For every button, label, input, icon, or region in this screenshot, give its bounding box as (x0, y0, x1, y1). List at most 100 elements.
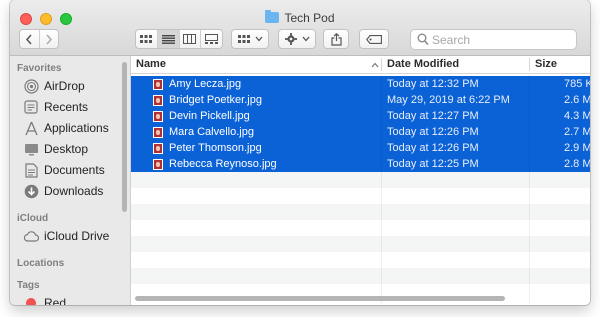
file-name: Devin Pickell.jpg (169, 110, 250, 122)
file-date: Today at 12:26 PM (387, 142, 479, 154)
file-name: Bridget Poetker.jpg (169, 94, 262, 106)
jpeg-thumbnail-icon (153, 79, 163, 90)
sidebar-item-recents[interactable]: Recents (23, 98, 88, 116)
file-name: Amy Lecza.jpg (169, 78, 242, 90)
file-size: 2.9 MB (564, 142, 590, 154)
gallery-view-button[interactable] (201, 30, 222, 48)
action-button[interactable] (278, 29, 316, 49)
column-divider (381, 74, 382, 304)
red-tag-dot-icon (26, 298, 36, 305)
back-button[interactable] (20, 30, 40, 48)
sidebar-heading-locations: Locations (17, 258, 65, 269)
sidebar-item-documents[interactable]: Documents (23, 161, 105, 179)
desktop-icon (23, 141, 39, 157)
window-title: Tech Pod (10, 10, 590, 26)
sidebar-item-downloads[interactable]: Downloads (23, 182, 103, 200)
jpeg-thumbnail-icon (153, 95, 163, 106)
jpeg-thumbnail-icon (153, 143, 163, 154)
chevron-down-icon (302, 36, 309, 42)
list-view-button[interactable] (157, 30, 180, 48)
back-forward-control (19, 29, 59, 49)
search-icon (417, 33, 429, 46)
file-name: Rebecca Reynoso.jpg (169, 158, 277, 170)
file-row[interactable]: Peter Thomson.jpg Today at 12:26 PM 2.9 … (131, 140, 590, 156)
column-date-header[interactable]: Date Modified (387, 56, 459, 73)
file-date: Today at 12:27 PM (387, 110, 479, 122)
column-name-header[interactable]: Name (136, 56, 166, 73)
sidebar-item-label: Applications (44, 121, 109, 135)
file-date: Today at 12:32 PM (387, 78, 479, 90)
forward-button[interactable] (40, 30, 59, 48)
sidebar-heading-tags: Tags (17, 280, 40, 291)
file-row[interactable]: Mara Calvello.jpg Today at 12:26 PM 2.7 … (131, 124, 590, 140)
file-size: 2.8 MB (564, 158, 590, 170)
column-separator[interactable] (529, 58, 530, 71)
file-row[interactable]: Bridget Poetker.jpg May 29, 2019 at 6:22… (131, 92, 590, 108)
sidebar-item-applications[interactable]: Applications (23, 119, 109, 137)
list-view-icon (161, 34, 175, 44)
gallery-view-icon (205, 34, 219, 44)
folder-icon (265, 10, 280, 23)
group-by-button[interactable] (231, 29, 269, 49)
share-button[interactable] (323, 29, 349, 49)
chevron-down-icon (255, 36, 262, 42)
sidebar-item-label: Downloads (44, 184, 104, 198)
sidebar-item-label: Recents (44, 100, 89, 114)
sidebar-item-desktop[interactable]: Desktop (23, 140, 88, 158)
icon-view-icon (140, 34, 153, 43)
search-field[interactable] (410, 29, 577, 50)
icon-view-button[interactable] (136, 30, 158, 48)
file-name: Peter Thomson.jpg (169, 142, 262, 154)
empty-row (131, 172, 590, 188)
group-by-icon (237, 34, 250, 43)
empty-row (131, 188, 590, 204)
sidebar-item-airdrop[interactable]: AirDrop (23, 77, 85, 95)
empty-row (131, 236, 590, 252)
column-separator[interactable] (381, 58, 382, 71)
file-size: 2.6 MB (564, 94, 590, 106)
cloud-icon (23, 228, 39, 244)
sidebar-scrollbar[interactable] (122, 62, 127, 212)
empty-row (131, 220, 590, 236)
recents-icon (23, 99, 39, 115)
jpeg-thumbnail-icon (153, 127, 163, 138)
downloads-icon (23, 183, 39, 199)
sidebar-heading-icloud: iCloud (17, 213, 49, 224)
gear-icon (284, 33, 297, 45)
share-icon (330, 32, 342, 46)
search-input[interactable] (432, 32, 572, 47)
finder-window: Tech Pod Search Favorites AirDrop Recent… (10, 0, 590, 305)
column-size-header[interactable]: Size (535, 56, 557, 73)
jpeg-thumbnail-icon (153, 111, 163, 122)
sidebar-item-label: Red (44, 296, 67, 305)
sidebar-item-label: iCloud Drive (44, 229, 110, 243)
file-size: 4.3 MB (564, 110, 590, 122)
chevron-right-icon (46, 34, 52, 44)
view-mode-control (135, 29, 223, 49)
file-size: 785 KB (564, 78, 590, 90)
empty-row (131, 268, 590, 284)
file-date: Today at 12:25 PM (387, 158, 479, 170)
file-size: 2.7 MB (564, 126, 590, 138)
file-row[interactable]: Devin Pickell.jpg Today at 12:27 PM 4.3 … (131, 108, 590, 124)
horizontal-scrollbar[interactable] (135, 296, 505, 301)
empty-row (131, 204, 590, 220)
sidebar-item-label: AirDrop (44, 79, 85, 93)
file-date: Today at 12:26 PM (387, 126, 479, 138)
sort-chevron-icon (371, 62, 379, 68)
column-view-button[interactable] (180, 30, 202, 48)
column-view-icon (183, 34, 197, 44)
applications-icon (23, 120, 39, 136)
chevron-left-icon (26, 34, 32, 44)
sidebar-item-tag-red[interactable]: Red (23, 294, 66, 305)
empty-row (131, 252, 590, 268)
file-row[interactable]: Rebecca Reynoso.jpg Today at 12:25 PM 2.… (131, 156, 590, 172)
sidebar-item-label: Documents (44, 163, 105, 177)
file-row[interactable]: Amy Lecza.jpg Today at 12:32 PM 785 KB (131, 76, 590, 92)
airdrop-icon (23, 78, 39, 94)
file-list: Name Date Modified Size Amy Lecza.jpg To… (131, 56, 590, 305)
sidebar-item-icloud-drive[interactable]: iCloud Drive (23, 227, 109, 245)
jpeg-thumbnail-icon (153, 159, 163, 170)
column-divider (529, 74, 530, 304)
edit-tags-button[interactable] (359, 29, 389, 49)
